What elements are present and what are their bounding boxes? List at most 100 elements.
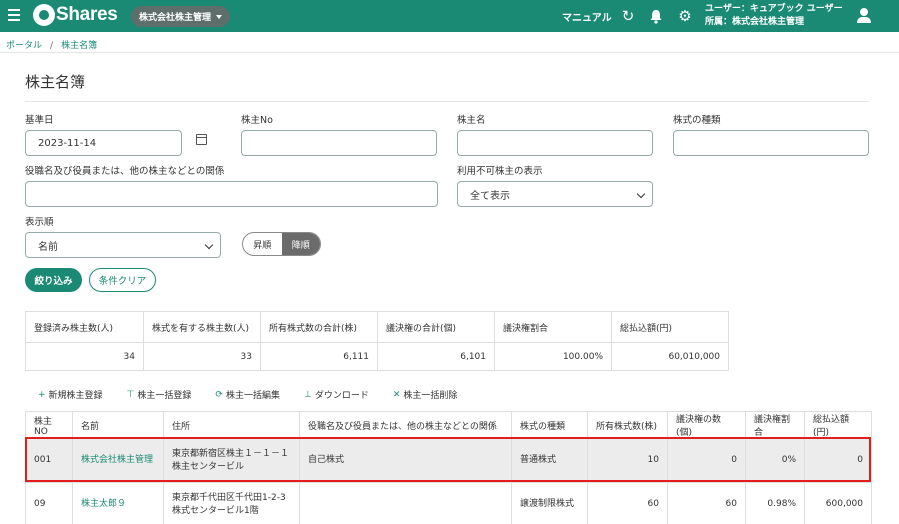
- page-title: 株主名簿: [25, 73, 86, 91]
- action-label: 株主一括登録: [137, 391, 192, 401]
- close-icon: ✕: [392, 389, 401, 400]
- sync-icon: ⟳: [215, 389, 223, 400]
- summary-value: 100.00%: [494, 342, 612, 371]
- bulk-edit-button[interactable]: ⟳ 株主一括編集: [215, 388, 280, 402]
- order-select-value: 名前: [38, 241, 58, 253]
- summary-value: 60,010,000: [611, 342, 729, 371]
- action-label: ダウンロード: [314, 391, 369, 401]
- manual-link[interactable]: マニュアル: [562, 9, 612, 24]
- shareholder-no-input[interactable]: [241, 130, 437, 156]
- base-date-label: 基準日: [25, 115, 54, 126]
- summary-value: 34: [25, 342, 144, 371]
- summary-header: 株式を有する株主数(人): [143, 311, 261, 343]
- download-button[interactable]: ⊥ ダウンロード: [303, 388, 369, 402]
- column-header[interactable]: 役職名及び役員または、他の株主などとの関係: [299, 411, 512, 439]
- menu-icon[interactable]: [8, 9, 20, 23]
- user-info: ユーザー：キュアブック ユーザー 所属：株式会社株主管理: [705, 3, 843, 29]
- divider: [25, 101, 869, 102]
- summary-header: 総払込額(円): [611, 311, 729, 343]
- logo-mark: [33, 4, 55, 26]
- shareholder-name-link[interactable]: 株式会社株主管理: [81, 455, 153, 465]
- cell-no: 001: [25, 438, 73, 483]
- sort-asc-button[interactable]: 昇順: [243, 233, 282, 255]
- unusable-select[interactable]: 全て表示: [457, 181, 653, 207]
- sort-toggle: 昇順 降順: [242, 232, 321, 256]
- app-logo[interactable]: Shares: [33, 4, 118, 26]
- relation-input[interactable]: [25, 181, 438, 207]
- summary-value: 6,111: [260, 342, 378, 371]
- breadcrumb-current[interactable]: 株主名簿: [61, 41, 97, 51]
- unusable-label: 利用不可株主の表示: [457, 166, 543, 177]
- breadcrumb-portal[interactable]: ポータル: [6, 41, 42, 51]
- company-selector-label: 株式会社株主管理: [138, 13, 211, 23]
- cell-shares: 10: [587, 438, 668, 483]
- cell-ratio: 0.98%: [745, 482, 805, 524]
- stock-type-label: 株式の種類: [673, 115, 721, 126]
- action-label: 株主一括編集: [225, 391, 280, 401]
- chevron-down-icon: [204, 240, 214, 250]
- column-header[interactable]: 株式の種類: [511, 411, 588, 439]
- summary-header: 登録済み株主数(人): [25, 311, 144, 343]
- column-header[interactable]: 総払込額(円): [804, 411, 872, 439]
- cell-type: 譲渡制限株式: [511, 482, 588, 524]
- bulk-register-button[interactable]: ⊤ 株主一括登録: [126, 388, 192, 402]
- cell-ratio: 0%: [745, 438, 805, 483]
- column-header[interactable]: 所有株式数(株): [587, 411, 668, 439]
- cell-paid: 600,000: [804, 482, 872, 524]
- cell-no: 09: [25, 482, 73, 524]
- company-selector[interactable]: 株式会社株主管理: [131, 6, 230, 27]
- order-select[interactable]: 名前: [25, 232, 221, 258]
- caret-down-icon: [216, 14, 222, 19]
- bulk-delete-button[interactable]: ✕ 株主一括削除: [392, 388, 458, 402]
- order-label: 表示順: [25, 217, 54, 228]
- base-date-input[interactable]: 2023-11-14: [25, 130, 182, 156]
- gear-icon[interactable]: ⚙: [677, 8, 693, 24]
- cell-relation: [299, 482, 512, 524]
- column-header[interactable]: 議決権の数(個): [667, 411, 746, 439]
- logo-text: Shares: [56, 4, 118, 25]
- summary-value: 6,101: [377, 342, 495, 371]
- action-label: 新規株主登録: [48, 391, 103, 401]
- column-header[interactable]: 住所: [163, 411, 300, 439]
- unusable-select-value: 全て表示: [470, 190, 510, 202]
- cell-relation: 自己株式: [299, 438, 512, 483]
- breadcrumb: ポータル / 株主名簿: [6, 41, 98, 51]
- plus-icon: +: [38, 389, 46, 400]
- shareholder-no-label: 株主No: [241, 115, 273, 126]
- sort-desc-button[interactable]: 降順: [281, 233, 320, 255]
- filter-button[interactable]: 絞り込み: [25, 268, 82, 292]
- shareholder-table: 株主NO 名前 住所 役職名及び役員または、他の株主などとの関係 株式の種類 所…: [25, 411, 872, 524]
- summary-header: 所有株式数の合計(株): [260, 311, 378, 343]
- summary-table: 登録済み株主数(人) 株式を有する株主数(人) 所有株式数の合計(株) 議決権の…: [25, 311, 729, 371]
- clear-button[interactable]: 条件クリア: [89, 268, 156, 292]
- bell-icon[interactable]: [648, 8, 664, 24]
- summary-header: 議決権の合計(個): [377, 311, 495, 343]
- table-row[interactable]: 001 株式会社株主管理 東京都新宿区株主１－１－１ 株主センタービル 自己株式 …: [25, 438, 872, 483]
- shareholder-name-link[interactable]: 株主太郎９: [81, 499, 126, 509]
- column-header[interactable]: 株主NO: [25, 411, 73, 439]
- user-icon[interactable]: [856, 8, 872, 24]
- calendar-icon[interactable]: [196, 134, 207, 145]
- divider: [0, 52, 899, 53]
- app-header: Shares 株式会社株主管理 マニュアル ↻ ⚙ ユーザー：キュアブック ユー…: [0, 0, 899, 32]
- cell-votes: 0: [667, 438, 746, 483]
- cell-paid: 0: [804, 438, 872, 483]
- download-icon: ⊥: [303, 389, 312, 400]
- column-header[interactable]: 名前: [72, 411, 164, 439]
- shareholder-name-input[interactable]: [457, 130, 653, 156]
- chevron-down-icon: [636, 189, 646, 199]
- shareholder-name-label: 株主名: [457, 115, 486, 126]
- summary-header: 議決権割合: [494, 311, 612, 343]
- stock-type-input[interactable]: [673, 130, 869, 156]
- refresh-icon[interactable]: ↻: [620, 8, 636, 24]
- user-affiliation: 所属：株式会社株主管理: [705, 17, 805, 27]
- column-header[interactable]: 議決権割合: [745, 411, 805, 439]
- upload-icon: ⊤: [126, 389, 135, 400]
- summary-value: 33: [143, 342, 261, 371]
- relation-label: 役職名及び役員または、他の株主などとの関係: [25, 166, 225, 177]
- cell-address: 東京都千代田区千代田1-2-3 株式センタービル1階: [163, 482, 300, 524]
- table-row[interactable]: 09 株主太郎９ 東京都千代田区千代田1-2-3 株式センタービル1階 譲渡制限株…: [25, 482, 872, 524]
- action-bar: + 新規株主登録 ⊤ 株主一括登録 ⟳ 株主一括編集 ⊥ ダウンロード ✕ 株主一括削除: [38, 388, 481, 402]
- new-shareholder-button[interactable]: + 新規株主登録: [38, 388, 103, 402]
- cell-address: 東京都新宿区株主１－１－１ 株主センタービル: [163, 438, 300, 483]
